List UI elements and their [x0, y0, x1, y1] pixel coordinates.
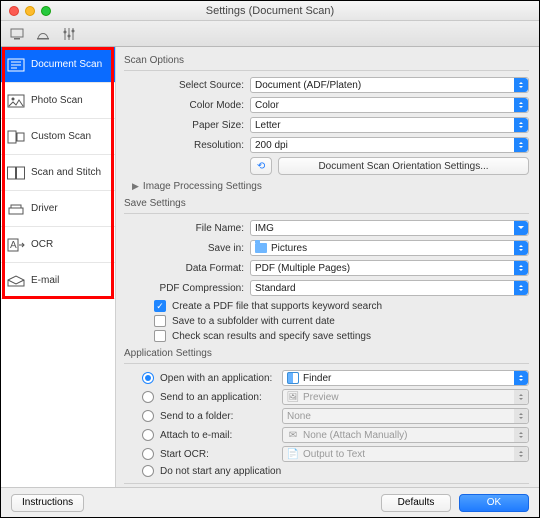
sidebar-item-email[interactable]: E-mail: [1, 263, 115, 299]
email-icon: [7, 274, 25, 288]
chk-subfolder-date[interactable]: Save to a subfolder with current date: [154, 315, 529, 327]
select-source-combo[interactable]: Document (ADF/Platen): [250, 77, 529, 93]
attach-email-combo: ✉None (Attach Manually): [282, 427, 529, 443]
sliders-icon[interactable]: [61, 26, 77, 42]
checkbox-icon: [154, 330, 166, 342]
chevron-updown-icon: [514, 447, 528, 461]
resolution-combo[interactable]: 200 dpi: [250, 137, 529, 153]
defaults-button[interactable]: Defaults: [381, 494, 451, 512]
window-title: Settings (Document Scan): [1, 5, 539, 17]
save-in-label: Save in:: [124, 243, 244, 254]
radio-do-not-start[interactable]: Do not start any application: [142, 465, 529, 477]
radio-icon: [142, 372, 154, 384]
chevron-updown-icon: [514, 409, 528, 423]
sidebar-item-ocr[interactable]: A OCR: [1, 227, 115, 263]
sidebar-item-label: E-mail: [31, 275, 59, 286]
start-ocr-combo: 📄Output to Text: [282, 446, 529, 462]
radio-attach-email[interactable]: Attach to e-mail: ✉None (Attach Manually…: [142, 427, 529, 443]
select-source-label: Select Source:: [124, 80, 244, 91]
scan-and-stitch-icon: [7, 166, 25, 180]
file-name-field[interactable]: IMG: [250, 220, 529, 236]
document-scan-icon: [7, 58, 25, 72]
chevron-updown-icon: [514, 371, 528, 385]
chk-check-results[interactable]: Check scan results and specify save sett…: [154, 330, 529, 342]
resolution-label: Resolution:: [124, 140, 244, 151]
radio-icon: [142, 391, 154, 403]
app-settings-title: Application Settings: [124, 348, 529, 359]
data-format-combo[interactable]: PDF (Multiple Pages): [250, 260, 529, 276]
disclosure-triangle-icon: ▶: [132, 181, 139, 192]
chevron-updown-icon: [514, 98, 528, 112]
scan-from-computer-icon[interactable]: [9, 26, 25, 42]
svg-text:A: A: [10, 240, 17, 251]
orientation-settings-button[interactable]: Document Scan Orientation Settings...: [278, 157, 529, 175]
scan-options-title: Scan Options: [124, 55, 529, 66]
text-icon: 📄: [287, 448, 299, 460]
radio-send-to-folder[interactable]: Send to a folder: None: [142, 408, 529, 424]
send-to-folder-combo: None: [282, 408, 529, 424]
sidebar-item-scan-and-stitch[interactable]: Scan and Stitch: [1, 155, 115, 191]
titlebar: Settings (Document Scan): [1, 1, 539, 21]
sidebar-item-label: Document Scan: [31, 59, 102, 70]
chevron-updown-icon: [514, 261, 528, 275]
default-orientation-button[interactable]: ⟲: [250, 157, 272, 175]
sidebar-item-document-scan[interactable]: Document Scan: [1, 47, 115, 83]
finder-icon: [287, 372, 299, 384]
sidebar-item-driver[interactable]: Driver: [1, 191, 115, 227]
custom-scan-icon: [7, 130, 25, 144]
pdf-compression-combo[interactable]: Standard: [250, 280, 529, 296]
paper-size-combo[interactable]: Letter: [250, 117, 529, 133]
ok-button[interactable]: OK: [459, 494, 529, 512]
pdf-compression-label: PDF Compression:: [124, 283, 244, 294]
save-in-combo[interactable]: Pictures: [250, 240, 529, 256]
radio-icon: [142, 410, 154, 422]
preview-icon: 🖼: [287, 391, 299, 403]
ocr-icon: A: [7, 238, 25, 252]
radio-icon: [142, 465, 154, 477]
open-with-combo[interactable]: Finder: [282, 370, 529, 386]
chevron-updown-icon: [514, 281, 528, 295]
sidebar-item-label: Driver: [31, 203, 58, 214]
sidebar-item-label: Scan and Stitch: [31, 167, 101, 178]
sidebar-item-custom-scan[interactable]: Custom Scan: [1, 119, 115, 155]
paper-size-label: Paper Size:: [124, 120, 244, 131]
sidebar-item-photo-scan[interactable]: Photo Scan: [1, 83, 115, 119]
checkbox-icon: [154, 315, 166, 327]
send-to-app-combo: 🖼Preview: [282, 389, 529, 405]
sidebar: Document Scan Photo Scan Custom Scan Sca…: [1, 47, 116, 487]
main-content: Scan Options Select Source: Document (AD…: [116, 47, 539, 487]
photo-scan-icon: [7, 94, 25, 108]
radio-open-with-app[interactable]: Open with an application: Finder: [142, 370, 529, 386]
color-mode-combo[interactable]: Color: [250, 97, 529, 113]
checkbox-icon: ✓: [154, 300, 166, 312]
sidebar-item-label: Custom Scan: [31, 131, 91, 142]
sidebar-item-label: Photo Scan: [31, 95, 83, 106]
data-format-label: Data Format:: [124, 263, 244, 274]
color-mode-label: Color Mode:: [124, 100, 244, 111]
mail-icon: ✉: [287, 429, 299, 441]
settings-window: Settings (Document Scan) Document Scan P…: [0, 0, 540, 518]
chk-keyword-search[interactable]: ✓Create a PDF file that supports keyword…: [154, 300, 529, 312]
file-name-label: File Name:: [124, 223, 244, 234]
radio-send-to-app[interactable]: Send to an application: 🖼Preview: [142, 389, 529, 405]
chevron-updown-icon: [514, 138, 528, 152]
radio-start-ocr[interactable]: Start OCR: 📄Output to Text: [142, 446, 529, 462]
footer: Instructions Defaults OK: [1, 487, 539, 517]
image-processing-disclosure[interactable]: ▶ Image Processing Settings: [132, 181, 529, 192]
chevron-updown-icon: [514, 241, 528, 255]
scan-from-panel-icon[interactable]: [35, 26, 51, 42]
chevron-updown-icon: [514, 118, 528, 132]
driver-icon: [7, 202, 25, 216]
chevron-updown-icon: [514, 390, 528, 404]
chevron-updown-icon: [514, 78, 528, 92]
instructions-button[interactable]: Instructions: [11, 494, 84, 512]
folder-icon: [255, 243, 267, 253]
save-settings-title: Save Settings: [124, 198, 529, 209]
toolbar: [1, 21, 539, 47]
chevron-down-icon: [514, 221, 528, 235]
radio-icon: [142, 448, 154, 460]
radio-icon: [142, 429, 154, 441]
chevron-updown-icon: [514, 428, 528, 442]
sidebar-item-label: OCR: [31, 239, 53, 250]
